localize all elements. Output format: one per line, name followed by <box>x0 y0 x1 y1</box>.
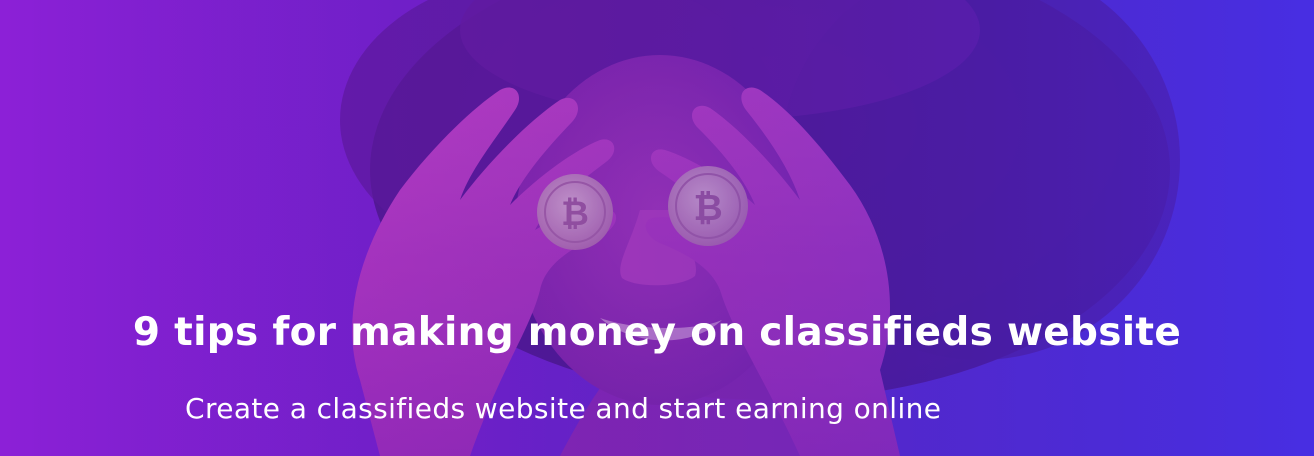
hero-banner: ₿ ₿ 9 tips for making money on classifie… <box>0 0 1314 456</box>
banner-subheadline: Create a classifieds website and start e… <box>185 392 942 425</box>
hero-photo: ₿ ₿ <box>0 0 1314 456</box>
banner-headline: 9 tips for making money on classifieds w… <box>132 310 1182 355</box>
